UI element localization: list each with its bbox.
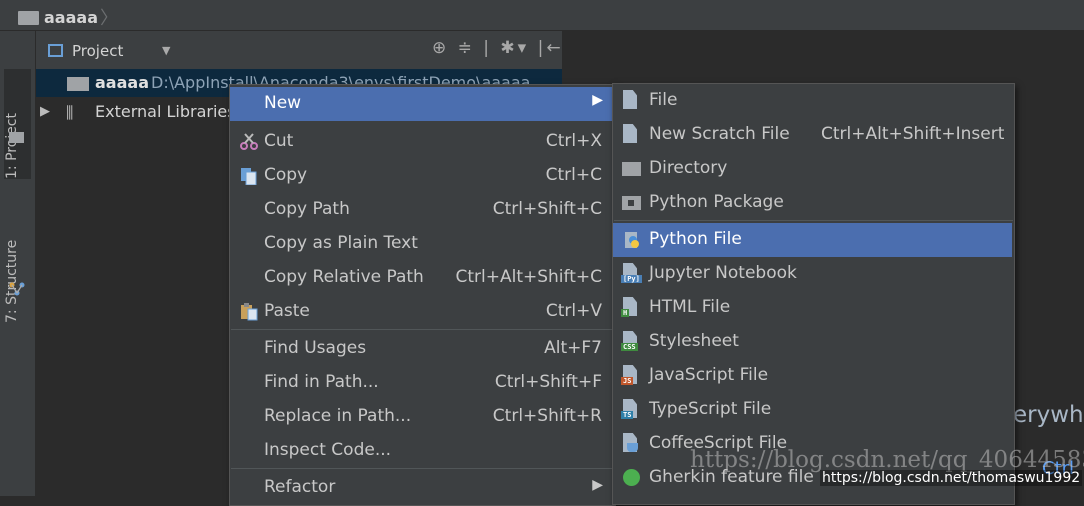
menu-item-python-package[interactable]: Python Package bbox=[613, 186, 1012, 220]
menu-item-shortcut: Ctrl+V bbox=[545, 301, 602, 321]
badge-py: [Py] bbox=[621, 275, 642, 283]
menu-item-replace-in-path[interactable]: Replace in Path... Ctrl+Shift+R bbox=[230, 400, 613, 434]
badge-ts: TS bbox=[621, 411, 634, 419]
menu-item-shortcut: Ctrl+Shift+F bbox=[494, 372, 602, 392]
folder-icon bbox=[67, 77, 89, 91]
menu-item-cut[interactable]: Cut Ctrl+X bbox=[230, 125, 613, 159]
tree-item-label: aaaaa bbox=[95, 73, 149, 92]
watermark-url: https://blog.csdn.net/thomaswu1992 bbox=[820, 470, 1083, 486]
menu-item-find-in-path[interactable]: Find in Path... Ctrl+Shift+F bbox=[230, 366, 613, 400]
menu-item-label: Inspect Code... bbox=[264, 440, 392, 460]
editor-hint-text: erywh bbox=[1013, 402, 1084, 428]
menu-item-copy-plain-text[interactable]: Copy as Plain Text bbox=[230, 227, 613, 261]
submenu-arrow-icon: ▶ bbox=[592, 92, 603, 108]
menu-item-shortcut: Alt+F7 bbox=[544, 338, 602, 358]
menu-item-label: Find Usages bbox=[264, 338, 367, 358]
menu-item-label: Copy as Plain Text bbox=[264, 233, 418, 253]
tab-structure[interactable]: 7: Structure bbox=[4, 219, 31, 323]
tab-project[interactable]: 1: Project bbox=[4, 69, 31, 179]
menu-item-label: Find in Path... bbox=[264, 372, 379, 392]
menu-item-label: Jupyter Notebook bbox=[649, 263, 797, 283]
menu-item-shortcut: Ctrl+Shift+C bbox=[492, 199, 602, 219]
package-icon bbox=[622, 196, 641, 210]
menu-item-label: Python File bbox=[649, 229, 742, 249]
badge-html: H bbox=[621, 309, 630, 317]
menu-item-label: Directory bbox=[649, 158, 728, 178]
breadcrumb[interactable]: aaaaa bbox=[44, 8, 98, 27]
menu-item-copy-path[interactable]: Copy Path Ctrl+Shift+C bbox=[230, 193, 613, 227]
library-icon: ⫼ bbox=[66, 103, 74, 122]
badge-js: JS bbox=[621, 377, 634, 385]
context-menu: New ▶ Cut Ctrl+X Copy Ctrl+C Copy Path C… bbox=[229, 84, 616, 506]
menu-item-python-file[interactable]: Python File bbox=[613, 223, 1012, 257]
menu-item-copy[interactable]: Copy Ctrl+C bbox=[230, 159, 613, 193]
menu-item-label: HTML File bbox=[649, 297, 731, 317]
menu-item-jupyter-notebook[interactable]: [Py] Jupyter Notebook bbox=[613, 257, 1012, 291]
chevron-down-icon[interactable]: ▼ bbox=[162, 44, 170, 57]
menu-item-inspect-code[interactable]: Inspect Code... bbox=[230, 434, 613, 468]
menu-item-copy-relative-path[interactable]: Copy Relative Path Ctrl+Alt+Shift+C bbox=[230, 261, 613, 295]
project-view-icon bbox=[48, 44, 63, 57]
new-submenu: File New Scratch File Ctrl+Alt+Shift+Ins… bbox=[612, 83, 1015, 505]
menu-item-label: New Scratch File bbox=[649, 124, 790, 144]
tool-window-stripe: 1: Project 7: Structure bbox=[0, 31, 36, 496]
project-icon bbox=[9, 132, 24, 143]
menu-item-directory[interactable]: Directory bbox=[613, 152, 1012, 186]
menu-item-label: JavaScript File bbox=[649, 365, 769, 385]
menu-item-shortcut: Ctrl+Alt+Shift+C bbox=[455, 267, 602, 287]
menu-separator bbox=[231, 468, 614, 469]
menu-item-label: TypeScript File bbox=[649, 399, 772, 419]
scissors-icon bbox=[240, 133, 258, 150]
menu-separator bbox=[614, 220, 1013, 221]
menu-item-label: Refactor bbox=[264, 477, 336, 497]
tree-item-external-libraries[interactable]: External Libraries bbox=[95, 102, 236, 121]
coffee-cup-icon bbox=[627, 443, 638, 452]
menu-item-html-file[interactable]: H HTML File bbox=[613, 291, 1012, 325]
folder-icon bbox=[18, 11, 39, 25]
menu-item-typescript-file[interactable]: TS TypeScript File bbox=[613, 393, 1012, 427]
menu-item-label: Cut bbox=[264, 131, 294, 151]
menu-separator bbox=[231, 329, 614, 330]
menu-item-new[interactable]: New ▶ bbox=[230, 87, 613, 121]
navigation-bar bbox=[0, 0, 1084, 31]
structure-icon bbox=[9, 282, 25, 296]
menu-item-shortcut: Ctrl+C bbox=[545, 165, 602, 185]
menu-item-label: Copy bbox=[264, 165, 308, 185]
python-icon bbox=[625, 232, 639, 248]
chevron-right-icon: 〉 bbox=[100, 8, 118, 29]
menu-item-javascript-file[interactable]: JS JavaScript File bbox=[613, 359, 1012, 393]
menu-item-label: Replace in Path... bbox=[264, 406, 412, 426]
menu-item-label: Stylesheet bbox=[649, 331, 739, 351]
menu-item-label: Python Package bbox=[649, 192, 784, 212]
scratch-file-icon bbox=[623, 124, 637, 143]
menu-item-find-usages[interactable]: Find Usages Alt+F7 bbox=[230, 332, 613, 366]
gherkin-icon bbox=[623, 469, 640, 486]
menu-item-label: Copy Path bbox=[264, 199, 350, 219]
menu-item-label: New bbox=[264, 93, 302, 113]
submenu-arrow-icon: ▶ bbox=[592, 477, 603, 493]
menu-item-shortcut: Ctrl+Alt+Shift+Insert bbox=[821, 124, 1005, 144]
file-icon bbox=[623, 90, 637, 109]
project-view-selector[interactable]: Project bbox=[72, 42, 123, 60]
menu-item-label: Paste bbox=[264, 301, 310, 321]
panel-toolbar-icons[interactable]: ⊕ ≑ | ✱▾ |← bbox=[432, 38, 564, 58]
badge-css: CSS bbox=[621, 343, 638, 351]
menu-item-shortcut: Ctrl+Shift+R bbox=[492, 406, 602, 426]
menu-item-file[interactable]: File bbox=[613, 84, 1012, 118]
menu-item-stylesheet[interactable]: CSS Stylesheet bbox=[613, 325, 1012, 359]
folder-icon bbox=[622, 162, 641, 176]
paste-icon bbox=[241, 303, 258, 321]
menu-item-new-scratch-file[interactable]: New Scratch File Ctrl+Alt+Shift+Insert bbox=[613, 118, 1012, 152]
expand-arrow-icon[interactable]: ▶ bbox=[40, 104, 50, 119]
menu-item-refactor[interactable]: Refactor ▶ bbox=[230, 471, 613, 505]
menu-item-label: File bbox=[649, 90, 678, 110]
menu-item-label: Copy Relative Path bbox=[264, 267, 424, 287]
menu-item-shortcut: Ctrl+X bbox=[545, 131, 602, 151]
copy-icon bbox=[241, 168, 257, 185]
menu-item-paste[interactable]: Paste Ctrl+V bbox=[230, 295, 613, 329]
